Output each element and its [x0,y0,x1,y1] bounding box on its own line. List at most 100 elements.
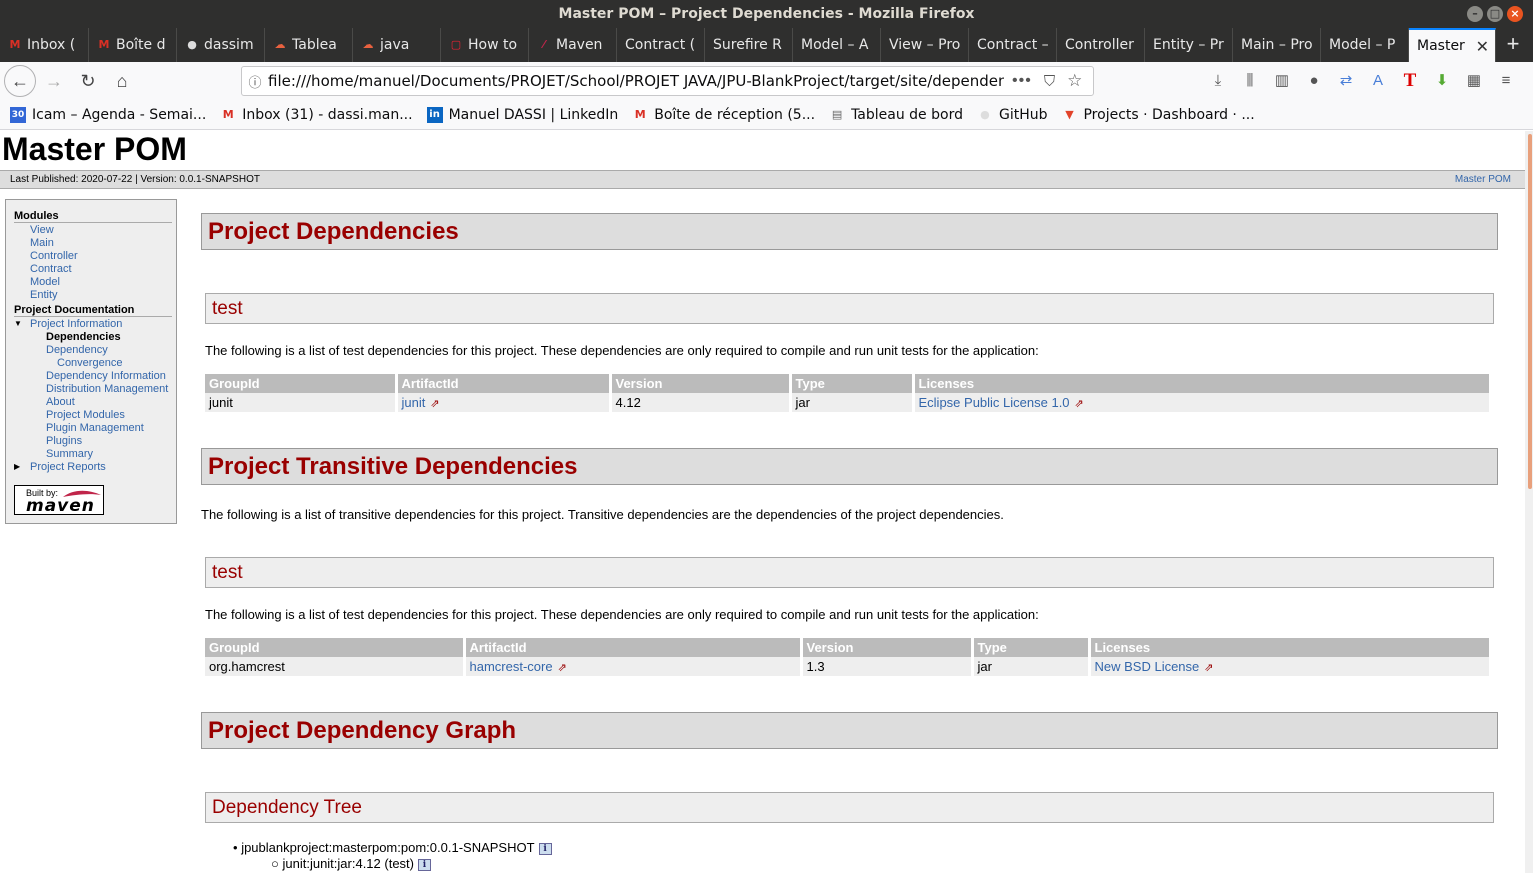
bookmark-0[interactable]: 30 Icam – Agenda - Semai... [10,106,206,123]
test-dependencies-description: The following is a list of test dependen… [205,343,1039,358]
home-icon: ⌂ [116,70,128,91]
scrollbar-thumb[interactable] [1528,134,1532,489]
cell-license: New BSD License ⇗ [1089,657,1492,676]
tab-label: Maven [556,37,603,53]
extensions-icon[interactable]: ▦ [1460,68,1488,94]
translate-alt-icon[interactable]: A [1364,68,1392,94]
tab-12[interactable]: Controller [1057,28,1145,62]
forward-button[interactable]: → [38,65,70,97]
sidebar-item-convergence[interactable]: Convergence [14,357,172,370]
sidebar-item-plugins[interactable]: Plugins [14,435,172,448]
tab-14[interactable]: Main – Pro [1233,28,1321,62]
tab-4[interactable]: ☁ java [353,28,441,62]
sidebar-item-dependency-information[interactable]: Dependency Information [14,370,172,383]
tab-11[interactable]: Contract – [969,28,1057,62]
artifact-link-junit[interactable]: junit [402,395,426,410]
license-link-bsd[interactable]: New BSD License [1095,659,1200,674]
column-header-version: Version [610,374,792,393]
bookmark-star-icon[interactable]: ☆ [1067,71,1082,91]
bookmarks-toolbar: 30 Icam – Agenda - Semai... M Inbox (31) - … [0,100,1533,130]
tab-6[interactable]: ⁄ Maven [529,28,617,62]
new-tab-button[interactable]: + [1496,28,1530,62]
maximize-button[interactable]: □ [1487,6,1503,22]
minimize-button[interactable]: – [1467,6,1483,22]
sidebar-item-project-reports[interactable]: Project Reports [14,461,172,474]
column-header-version: Version [801,638,974,657]
gmail-icon: M [9,38,21,51]
bookmark-4[interactable]: ▤ Tableau de bord [829,107,963,123]
breadcrumb-link-master-pom[interactable]: Master POM [1455,174,1511,185]
bookmark-6[interactable]: ▼ Projects · Dashboard · ... [1061,107,1254,123]
sidebar-module-model[interactable]: Model [14,276,172,289]
bookmark-5[interactable]: ● GitHub [977,107,1047,123]
sidebar-module-contract[interactable]: Contract [14,263,172,276]
bookmark-1[interactable]: M Inbox (31) - dassi.man... [220,107,413,123]
page-actions-icon[interactable]: ••• [1012,72,1032,90]
tab-1[interactable]: M Boîte d [89,28,177,62]
tab-7[interactable]: Contract ( [617,28,705,62]
collapsed-triangle-icon[interactable]: ▶ [14,462,20,471]
reload-button[interactable]: ↻ [72,65,104,97]
tab-13[interactable]: Entity – Pr [1145,28,1233,62]
bookmark-2[interactable]: in Manuel DASSI | LinkedIn [426,106,618,123]
close-window-button[interactable]: × [1507,6,1523,22]
sidebar-item-about[interactable]: About [14,396,172,409]
back-button[interactable]: ← [4,65,36,97]
bookmark-3[interactable]: M Boîte de réception (5... [632,107,815,123]
tree-node-root: • jpublankproject:masterpom:pom:0.0.1-SN… [233,840,552,855]
info-icon[interactable]: i [418,858,431,871]
text-extension-icon[interactable]: T [1396,68,1424,94]
sidebar-module-view[interactable]: View [14,224,172,237]
tab-10[interactable]: View – Pro [881,28,969,62]
account-icon[interactable]: ● [1300,68,1328,94]
translate-icon[interactable]: ⇄ [1332,68,1360,94]
url-text[interactable]: file:///home/manuel/Documents/PROJET/Sch… [268,72,1004,90]
tab-label: Inbox ( [27,37,76,53]
maven-logo-text: maven [26,496,95,516]
sidebar-module-controller[interactable]: Controller [14,250,172,263]
close-tab-icon[interactable]: ✕ [1476,37,1489,56]
tab-16[interactable]: Master ✕ [1409,28,1496,62]
library-icon[interactable]: ⫼ [1236,68,1264,94]
tab-15[interactable]: Model – P [1321,28,1409,62]
calendar-icon: 30 [10,106,26,123]
pocket-icon[interactable]: ⛉ [1044,73,1055,90]
license-link-eclipse[interactable]: Eclipse Public License 1.0 [919,395,1070,410]
tab-9[interactable]: Model – A [793,28,881,62]
sidebar-item-project-information[interactable]: Project Information [14,318,172,331]
tab-0[interactable]: M Inbox ( [0,28,89,62]
artifact-link-hamcrest[interactable]: hamcrest-core [470,659,553,674]
built-by-maven-badge[interactable]: Built by: maven [14,485,104,516]
sidebar-module-main[interactable]: Main [14,237,172,250]
site-info-icon[interactable]: ⓘ [242,72,268,91]
tab-3[interactable]: ☁ Tablea [265,28,353,62]
forward-arrow-icon: → [45,70,63,91]
tab-5[interactable]: ▢ How to [441,28,529,62]
tab-2[interactable]: ● dassim [177,28,265,62]
gitlab-icon: ▼ [1065,107,1074,121]
sidebar-item-plugin-management[interactable]: Plugin Management [14,422,172,435]
sidebar-icon[interactable]: ▥ [1268,68,1296,94]
tab-8[interactable]: Surefire R [705,28,793,62]
modules-heading: Modules [14,210,172,223]
sidebar-item-distribution-management[interactable]: Distribution Management [14,383,172,396]
home-button[interactable]: ⌂ [106,65,138,97]
gmail-icon: M [98,38,110,51]
sidebar-item-summary[interactable]: Summary [14,448,172,461]
gmail-icon: M [222,107,234,121]
expanded-triangle-icon[interactable]: ▼ [14,319,22,328]
sidebar-item-project-modules[interactable]: Project Modules [14,409,172,422]
downloads-icon[interactable]: ⤓ [1204,68,1232,94]
sidebar-module-entity[interactable]: Entity [14,289,172,302]
cloud-icon: ☁ [274,38,286,51]
cell-artifactid: hamcrest-core ⇗ [464,657,803,676]
download-helper-icon[interactable]: ⬇ [1428,68,1456,94]
tree-root-label: jpublankproject:masterpom:pom:0.0.1-SNAP… [241,840,535,855]
menu-icon[interactable]: ≡ [1492,68,1520,94]
cell-version: 1.3 [801,657,974,676]
feather-icon: ⁄ [543,38,545,51]
sidebar-item-dependency[interactable]: Dependency [14,344,172,357]
info-icon[interactable]: i [538,842,552,855]
url-bar[interactable]: ⓘ file:///home/manuel/Documents/PROJET/S… [241,66,1094,96]
cloud-icon: ☁ [362,38,374,51]
